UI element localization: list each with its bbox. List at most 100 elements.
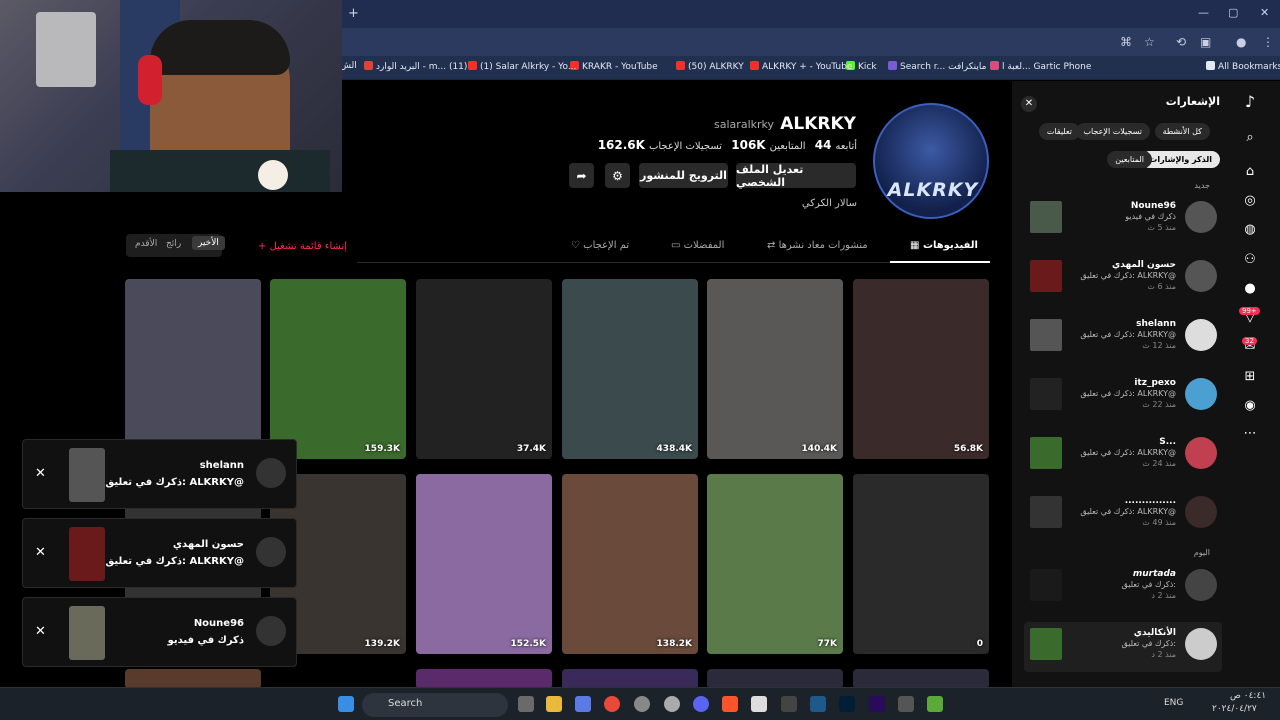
bookmark-item[interactable]: Search r... ماينكرافت <box>888 61 986 72</box>
bookmark-item[interactable]: لعبة ا... Gartic Phone <box>990 61 1091 72</box>
puzzle-icon[interactable]: ▣ <box>1200 35 1211 49</box>
capcut-icon[interactable] <box>781 696 797 712</box>
bookmark-item[interactable]: (50) ALKRKY <box>676 61 744 72</box>
live-icon[interactable]: ● <box>1241 280 1259 298</box>
video-thumbnail[interactable] <box>707 669 843 687</box>
bookmark-item[interactable]: All Bookmarks <box>1206 61 1280 72</box>
video-thumbnail[interactable]: 56.8K <box>853 279 989 459</box>
chip-comments[interactable]: تعليقات <box>1038 123 1080 140</box>
video-thumbnail[interactable]: 438.4K <box>562 279 698 459</box>
following-icon[interactable]: ◍ <box>1241 221 1259 239</box>
video-thumbnail[interactable]: 77K <box>707 474 843 654</box>
app-icon[interactable] <box>898 696 914 712</box>
clock-date[interactable]: ٢٠٢٤/٠٤/٢٧ <box>1212 704 1257 714</box>
new-tab-icon[interactable]: + <box>348 6 359 21</box>
chip-mentions[interactable]: الذكر والإشارات <box>1141 151 1220 168</box>
notification-row[interactable]: الأنكاليدي ذكرك في تعليق: منذ 2 د <box>1024 622 1222 672</box>
language-indicator[interactable]: ENG <box>1164 698 1183 708</box>
promote-post-button[interactable]: الترويج للمنشور <box>639 163 728 188</box>
bookmark-item[interactable]: ALKRKY + - YouTube <box>750 61 852 72</box>
popup-notification[interactable]: ✕ shelann ذكرك في تعليق: ALKRKY@ <box>22 439 297 509</box>
video-thumbnail[interactable]: 152.5K <box>416 474 552 654</box>
store-icon[interactable] <box>575 696 591 712</box>
brave-icon[interactable] <box>722 696 738 712</box>
chrome-icon[interactable] <box>604 696 620 712</box>
video-thumbnail[interactable]: 138.2K <box>562 474 698 654</box>
extension-icon[interactable]: ⟲ <box>1176 35 1186 49</box>
minecraft-icon[interactable] <box>927 696 943 712</box>
bookmark-item[interactable]: (1) Salar Alkrky - Yo... <box>468 61 576 72</box>
notification-row[interactable]: Noune96 ذكرك في فيديو منذ 5 ث <box>1024 195 1222 245</box>
app-icon[interactable] <box>664 696 680 712</box>
notification-row[interactable]: shelann ذكرك في تعليق: ALKRKY@ منذ 12 ث <box>1024 313 1222 363</box>
profile-avatar[interactable]: ALKRKY <box>873 103 989 219</box>
close-icon[interactable]: ✕ <box>35 624 46 639</box>
followers-count[interactable]: 106K <box>731 138 765 152</box>
menu-dots-icon[interactable]: ⋮ <box>1262 35 1274 49</box>
share-icon[interactable]: ➦ <box>569 163 594 188</box>
maximize-icon[interactable]: ▢ <box>1228 6 1238 19</box>
tab-liked[interactable]: ♡ تم الإعجاب <box>571 240 629 251</box>
bookmark-item[interactable]: البريد الوارد - m... (11) <box>364 61 467 72</box>
video-thumbnail[interactable] <box>416 669 552 687</box>
notification-row[interactable]: حسون المهدي ذكرك في تعليق: ALKRKY@ منذ 6 ث <box>1024 254 1222 304</box>
popup-notification[interactable]: ✕ Noune96 ذكرك في فيديو <box>22 597 297 667</box>
close-icon[interactable]: ✕ <box>35 466 46 481</box>
taskbar-search[interactable]: Search <box>362 693 508 717</box>
upload-icon[interactable]: ⊞ <box>1241 368 1259 386</box>
explore-icon[interactable]: ◎ <box>1241 192 1259 210</box>
home-icon[interactable]: ⌂ <box>1241 163 1259 181</box>
chip-followers[interactable]: المتابعين <box>1107 151 1152 168</box>
start-icon[interactable] <box>338 696 354 712</box>
tab-reposts[interactable]: ⇄ منشورات معاد نشرها <box>767 240 868 251</box>
premiere-icon[interactable] <box>869 696 885 712</box>
profile-icon[interactable]: ◉ <box>1241 397 1259 415</box>
video-thumbnail[interactable]: 140.4K <box>707 279 843 459</box>
notification-row[interactable]: ............... ذكرك في تعليق: ALKRKY@ منذ… <box>1024 490 1222 540</box>
bookmark-item[interactable]: KRAKR - YouTube <box>570 61 658 72</box>
bookmark-item[interactable]: الش <box>340 61 357 71</box>
clock-time[interactable]: ٠٤:٤١ ص <box>1230 691 1266 701</box>
file-explorer-icon[interactable] <box>546 696 562 712</box>
notification-row[interactable]: itz_pexo ذكرك في تعليق: ALKRKY@ منذ 22 ث <box>1024 372 1222 422</box>
chip-all-activity[interactable]: كل الأنشطة <box>1154 123 1210 140</box>
section-new: جديد <box>1194 181 1210 190</box>
notification-row[interactable]: S... ذكرك في تعليق: ALKRKY@ منذ 24 ث <box>1024 431 1222 481</box>
settings-icon[interactable]: ⚙ <box>605 163 630 188</box>
discord-icon[interactable] <box>693 696 709 712</box>
sort-latest[interactable]: الأخير <box>192 236 225 250</box>
tab-favorites[interactable]: ▭ المفضلات <box>671 240 724 251</box>
following-count[interactable]: 44 <box>815 138 832 152</box>
notification-row[interactable]: murtada ذكرك في تعليق: منذ 2 د <box>1024 563 1222 613</box>
sort-oldest[interactable]: الأقدم <box>135 239 157 249</box>
photoshop-icon[interactable] <box>839 696 855 712</box>
minimize-icon[interactable]: — <box>1198 6 1209 19</box>
close-icon[interactable]: ✕ <box>1021 96 1037 112</box>
video-thumbnail[interactable] <box>853 669 989 687</box>
task-view-icon[interactable] <box>518 696 534 712</box>
tab-videos[interactable]: ▦ الفيديوهات <box>910 240 978 251</box>
tiktok-logo-icon[interactable]: ♪ <box>1241 93 1259 111</box>
close-icon[interactable]: ✕ <box>35 545 46 560</box>
video-thumbnail[interactable]: 0 <box>853 474 989 654</box>
profile-icon[interactable]: ● <box>1236 35 1246 49</box>
search-icon[interactable]: ⌕ <box>1241 129 1259 147</box>
video-thumbnail[interactable] <box>125 279 261 459</box>
more-icon[interactable]: ⋯ <box>1241 425 1259 443</box>
sort-popular[interactable]: رائج <box>166 239 181 249</box>
friends-icon[interactable]: ⚇ <box>1241 251 1259 269</box>
edit-profile-button[interactable]: تعديل الملف الشخصي <box>736 163 856 189</box>
steam-icon[interactable] <box>810 696 826 712</box>
create-playlist-button[interactable]: + إنشاء قائمة تشغيل <box>258 241 347 252</box>
video-thumbnail[interactable]: 37.4K <box>416 279 552 459</box>
app-icon[interactable] <box>751 696 767 712</box>
video-thumbnail[interactable]: 159.3K <box>270 279 406 459</box>
video-thumbnail[interactable] <box>562 669 698 687</box>
close-window-icon[interactable]: ✕ <box>1260 6 1269 19</box>
bookmark-star-icon[interactable]: ☆ <box>1144 35 1155 49</box>
translate-icon[interactable]: ⌘ <box>1120 35 1132 49</box>
chip-likes[interactable]: تسجيلات الإعجاب <box>1075 123 1150 140</box>
popup-notification[interactable]: ✕ حسون المهدي ذكرك في تعليق: ALKRKY@ <box>22 518 297 588</box>
obs-icon[interactable] <box>634 696 650 712</box>
video-thumbnail[interactable] <box>125 669 261 687</box>
